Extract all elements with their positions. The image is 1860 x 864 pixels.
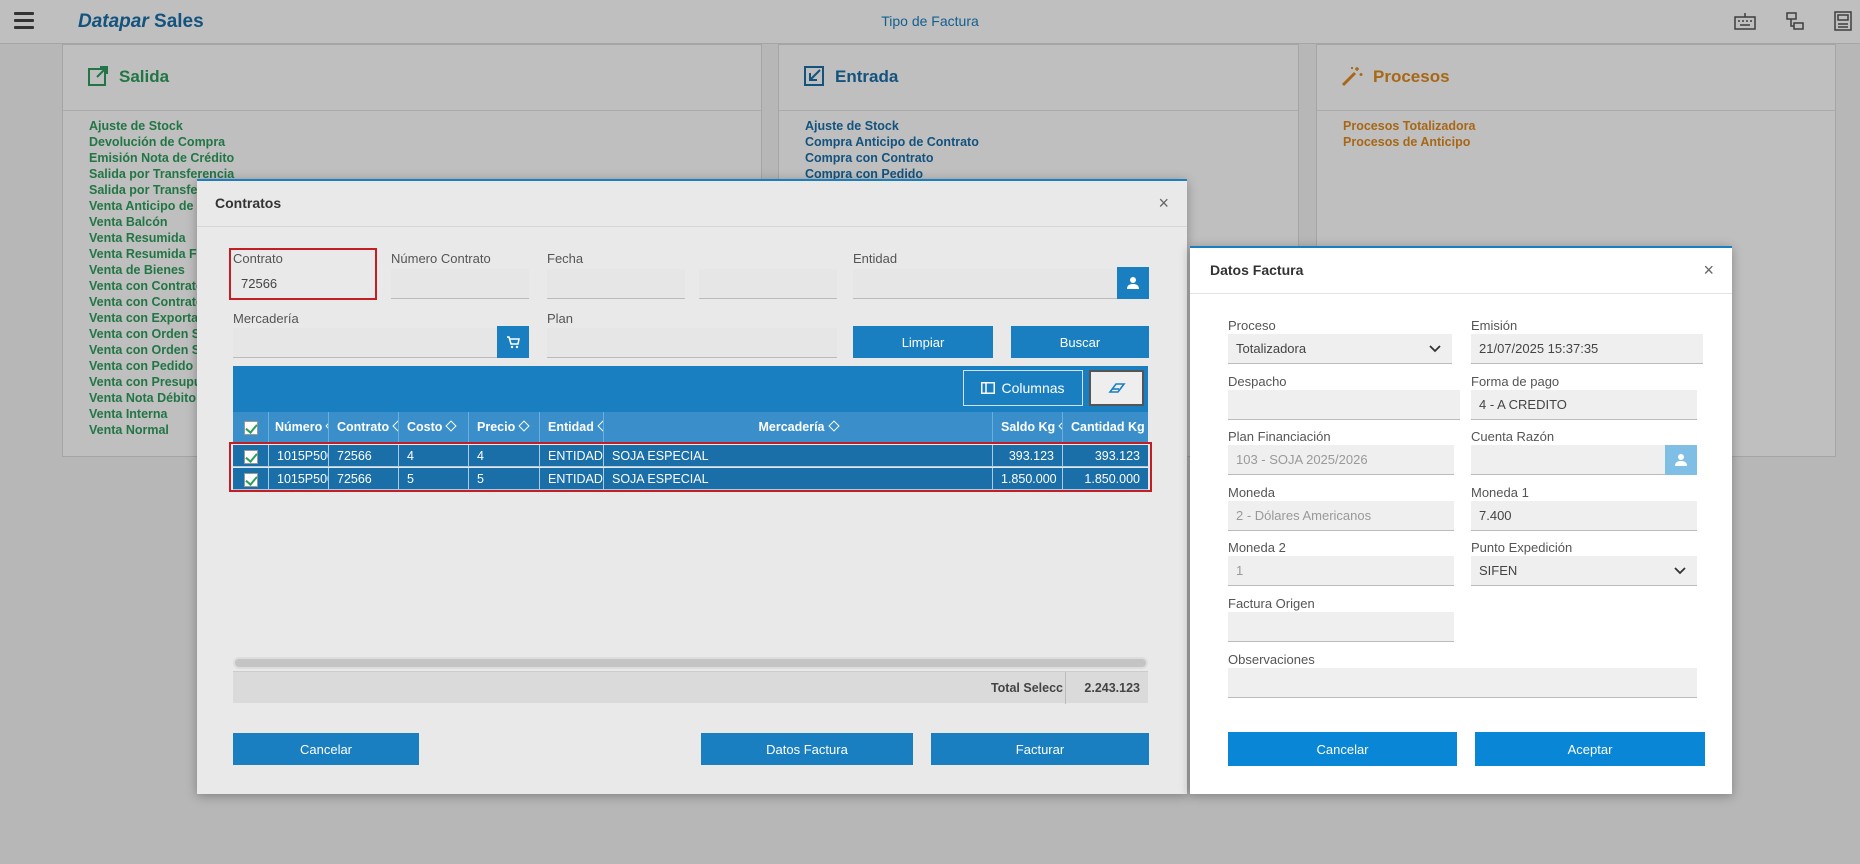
- factura-origen-input[interactable]: [1228, 612, 1454, 642]
- grid-header: Número Contrato Costo Precio Entidad Mer…: [233, 412, 1148, 442]
- contratos-header: Contratos ×: [197, 181, 1187, 227]
- rows-highlight: [229, 442, 1152, 492]
- contratos-title: Contratos: [215, 195, 282, 211]
- grid-toolbar: Columnas: [233, 366, 1148, 412]
- fecha-label: Fecha: [547, 251, 584, 266]
- observaciones-input[interactable]: [1228, 668, 1697, 698]
- cart-icon: [507, 336, 520, 349]
- datos-factura-button[interactable]: Datos Factura: [701, 733, 913, 765]
- factura-origen-label: Factura Origen: [1228, 596, 1315, 611]
- forma-pago-input[interactable]: [1471, 390, 1697, 420]
- sort-icon: [392, 420, 398, 432]
- user-icon: [1127, 277, 1139, 289]
- datos-factura-dialog: Datos Factura × Proceso Emisión Despacho…: [1190, 246, 1732, 794]
- columnas-label: Columnas: [1001, 380, 1065, 396]
- contratos-dialog: Contratos × Contrato Número Contrato Fec…: [197, 179, 1187, 794]
- proceso-label: Proceso: [1228, 318, 1276, 333]
- clear-filter-button[interactable]: [1089, 370, 1144, 406]
- facturar-button[interactable]: Facturar: [931, 733, 1149, 765]
- mercaderia-label: Mercadería: [233, 311, 299, 326]
- columnas-button[interactable]: Columnas: [963, 370, 1083, 406]
- proceso-select[interactable]: [1228, 334, 1424, 364]
- select-all-checkbox[interactable]: [233, 412, 269, 442]
- datos-factura-title: Datos Factura: [1210, 262, 1304, 278]
- contrato-highlight: [229, 248, 377, 300]
- despacho-input[interactable]: [1228, 390, 1460, 420]
- fecha-hasta-input[interactable]: [699, 269, 837, 299]
- moneda2-input[interactable]: [1228, 556, 1454, 586]
- buscar-button[interactable]: Buscar: [1011, 326, 1149, 358]
- plan-label: Plan: [547, 311, 574, 326]
- chevron-down-icon[interactable]: [1418, 334, 1452, 364]
- col-entidad[interactable]: Entidad: [540, 412, 604, 442]
- limpiar-button[interactable]: Limpiar: [853, 326, 993, 358]
- user-icon: [1675, 454, 1687, 466]
- emision-label: Emisión: [1471, 318, 1518, 333]
- col-mercaderia[interactable]: Mercadería: [604, 412, 993, 442]
- col-contrato[interactable]: Contrato: [329, 412, 399, 442]
- moneda2-label: Moneda 2: [1228, 540, 1286, 555]
- emision-input[interactable]: [1471, 334, 1703, 364]
- sort-icon: [445, 420, 458, 432]
- horizontal-scrollbar[interactable]: [233, 657, 1148, 669]
- grid-footer: Total Selecc 2.243.123: [233, 671, 1148, 704]
- observaciones-label: Observaciones: [1228, 652, 1315, 667]
- close-icon[interactable]: ×: [1703, 260, 1714, 281]
- moneda1-input[interactable]: [1471, 501, 1697, 531]
- cuenta-razon-label: Cuenta Razón: [1471, 429, 1555, 444]
- cuenta-razon-input[interactable]: [1471, 445, 1665, 475]
- entidad-label: Entidad: [853, 251, 898, 266]
- sort-icon: [518, 420, 530, 432]
- eraser-icon: [1107, 383, 1126, 393]
- columns-icon: [981, 382, 996, 394]
- total-label: Total Selecc: [990, 681, 1063, 695]
- cancel-button[interactable]: Cancelar: [1228, 732, 1457, 766]
- cancel-button[interactable]: Cancelar: [233, 733, 419, 765]
- numero-contrato-label: Número Contrato: [391, 251, 491, 266]
- mercaderia-input[interactable]: [233, 328, 497, 358]
- fecha-desde-input[interactable]: [547, 269, 685, 299]
- accept-button[interactable]: Aceptar: [1475, 732, 1705, 766]
- plan-financiacion-label: Plan Financiación: [1228, 429, 1331, 444]
- moneda1-label: Moneda 1: [1471, 485, 1529, 500]
- entidad-input[interactable]: [853, 269, 1117, 299]
- col-precio[interactable]: Precio: [469, 412, 540, 442]
- despacho-label: Despacho: [1228, 374, 1287, 389]
- col-cantidad-kg[interactable]: Cantidad Kg: [1063, 412, 1148, 442]
- moneda-label: Moneda: [1228, 485, 1275, 500]
- sort-icon: [597, 420, 603, 432]
- col-saldo-kg[interactable]: Saldo Kg: [993, 412, 1063, 442]
- punto-expedicion-label: Punto Expedición: [1471, 540, 1573, 555]
- forma-pago-label: Forma de pago: [1471, 374, 1560, 389]
- plan-financiacion-input[interactable]: [1228, 445, 1454, 475]
- punto-expedicion-select[interactable]: [1471, 556, 1667, 586]
- mercaderia-search-button[interactable]: [497, 326, 529, 358]
- numero-contrato-input[interactable]: [391, 269, 529, 299]
- datos-factura-header: Datos Factura ×: [1190, 248, 1732, 294]
- entidad-search-button[interactable]: [1117, 267, 1149, 299]
- col-numero[interactable]: Número: [269, 412, 329, 442]
- plan-input[interactable]: [547, 328, 837, 358]
- close-icon[interactable]: ×: [1158, 193, 1169, 214]
- moneda-input[interactable]: [1228, 501, 1454, 531]
- chevron-down-icon[interactable]: [1663, 556, 1697, 586]
- total-value: 2.243.123: [1065, 672, 1148, 704]
- cuenta-search-button[interactable]: [1665, 445, 1697, 475]
- sort-icon: [827, 420, 840, 432]
- col-costo[interactable]: Costo: [399, 412, 469, 442]
